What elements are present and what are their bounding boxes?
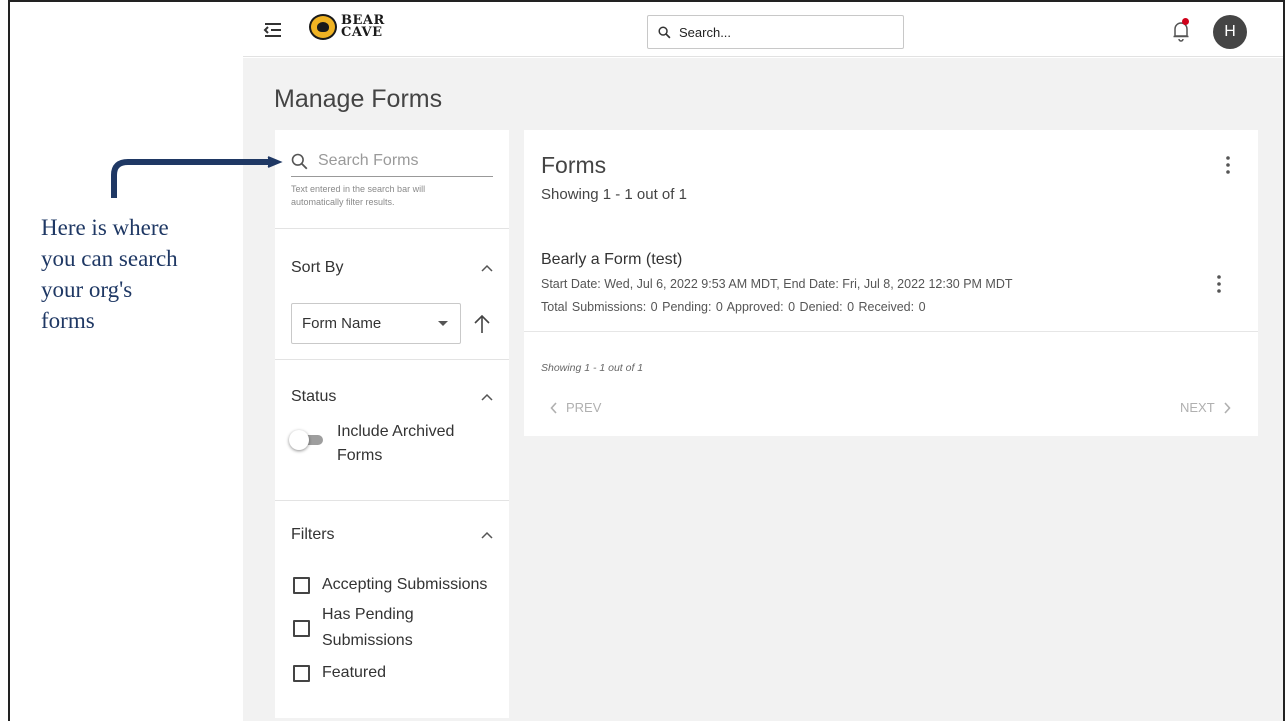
chevron-up-icon[interactable]: [481, 531, 493, 539]
pagination-count: Showing 1 - 1 out of 1: [541, 362, 644, 374]
filters-header[interactable]: Filters: [275, 526, 509, 544]
sort-selected-value: Form Name: [302, 315, 382, 332]
prev-page-button[interactable]: PREV: [550, 400, 601, 415]
next-label: NEXT: [1180, 400, 1215, 415]
checkbox[interactable]: [293, 664, 310, 682]
chevron-up-icon[interactable]: [481, 393, 493, 401]
sort-section: Sort By Form Name: [275, 229, 509, 360]
forms-sidebar: Search Forms Text entered in the search …: [275, 130, 509, 718]
filter-label: Featured: [322, 664, 387, 681]
caret-down-icon: [438, 321, 448, 326]
filter-label: Accepting Submissions: [322, 576, 488, 593]
search-forms-input[interactable]: Search Forms: [291, 152, 493, 177]
bear-head-icon: [309, 14, 337, 40]
prev-label: PREV: [566, 400, 602, 415]
forms-title: Forms: [541, 152, 607, 178]
logo-text: BEAR CAVE: [341, 13, 385, 40]
sort-controls: Form Name: [291, 303, 509, 344]
search-icon: [291, 153, 308, 169]
checkbox[interactable]: [293, 619, 310, 637]
forms-card: Forms Showing 1 - 1 out of 1 Bearly a Fo…: [524, 130, 1258, 436]
include-archived-row: Include Archived Forms: [289, 420, 509, 468]
global-search-placeholder: Search...: [679, 24, 732, 40]
annotation-text: Here is where you can search your org's …: [41, 215, 178, 333]
search-icon: [658, 25, 671, 38]
include-archived-toggle[interactable]: [289, 430, 325, 450]
status-section: Status Include Archived Forms: [275, 360, 509, 501]
menu-collapse-icon[interactable]: [263, 20, 283, 40]
page-title: Manage Forms: [274, 85, 443, 113]
global-search-input[interactable]: Search...: [647, 15, 904, 49]
search-forms-placeholder: Search Forms: [318, 152, 419, 169]
more-options-icon[interactable]: [1226, 156, 1230, 174]
user-avatar[interactable]: H: [1213, 15, 1247, 49]
include-archived-label: Include Archived Forms: [337, 423, 455, 464]
form-more-options-icon[interactable]: [1217, 275, 1221, 293]
form-stats: Total Submissions: 0 Pending: 0 Approved…: [541, 300, 926, 314]
status-heading: Status: [291, 388, 337, 405]
chevron-right-icon: [1224, 401, 1231, 414]
filters-heading: Filters: [291, 526, 335, 543]
card-divider: [524, 331, 1258, 332]
checkbox[interactable]: [293, 576, 310, 594]
forms-count: Showing 1 - 1 out of 1: [541, 186, 687, 203]
toggle-thumb: [289, 430, 309, 450]
form-name[interactable]: Bearly a Form (test): [541, 251, 682, 269]
sort-direction-arrow-up-icon[interactable]: [473, 314, 491, 334]
annotation-arrow: [111, 156, 283, 198]
next-page-button[interactable]: NEXT: [1180, 400, 1231, 415]
filters-section: Filters Accepting Submissions Has Pendin…: [275, 501, 509, 686]
filter-accepting-submissions[interactable]: Accepting Submissions: [293, 572, 509, 598]
chevron-up-icon[interactable]: [481, 264, 493, 272]
search-forms-section: Search Forms Text entered in the search …: [275, 130, 509, 229]
filter-has-pending-submissions[interactable]: Has Pending Submissions: [293, 602, 509, 654]
bear-cave-logo[interactable]: BEAR CAVE: [309, 14, 385, 40]
filter-featured[interactable]: Featured: [293, 660, 509, 686]
filter-label: Has Pending Submissions: [322, 606, 414, 649]
form-dates: Start Date: Wed, Jul 6, 2022 9:53 AM MDT…: [541, 277, 1013, 291]
chevron-left-icon: [550, 401, 557, 414]
sort-field-select[interactable]: Form Name: [291, 303, 461, 344]
notification-badge: [1182, 18, 1189, 25]
search-hint: Text entered in the search bar will auto…: [291, 184, 426, 207]
sort-heading: Sort By: [291, 259, 344, 276]
status-header[interactable]: Status: [275, 388, 509, 406]
top-app-bar: BEAR CAVE Search... H: [243, 2, 1283, 57]
sort-header[interactable]: Sort By: [275, 259, 509, 277]
